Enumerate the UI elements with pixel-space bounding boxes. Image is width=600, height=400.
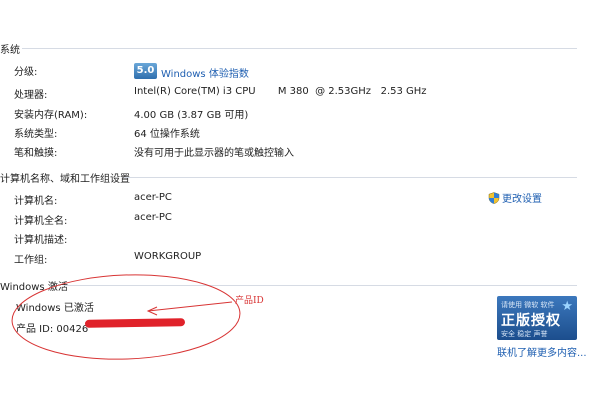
product-id: 产品 ID: 00426 bbox=[16, 324, 89, 335]
annotation-label: 产品ID bbox=[235, 296, 264, 306]
wei-link[interactable]: Windows 体验指数 bbox=[161, 65, 249, 80]
activation-status: Windows 已激活 bbox=[16, 303, 94, 314]
annotation-arrow-line bbox=[147, 301, 233, 312]
computer-name-value: acer-PC bbox=[134, 192, 172, 203]
more-info-link[interactable]: 联机了解更多内容... bbox=[497, 344, 587, 359]
activation-section-header: Windows 激活 bbox=[0, 282, 68, 293]
computer-description-label: 计算机描述: bbox=[14, 235, 68, 246]
activation-divider bbox=[64, 285, 577, 286]
pen-touch-label: 笔和触摸: bbox=[14, 148, 58, 159]
star-icon: ★ bbox=[561, 299, 573, 314]
processor-label: 处理器: bbox=[14, 90, 48, 101]
system-section-header: 系统 bbox=[0, 45, 20, 56]
workgroup-label: 工作组: bbox=[14, 255, 48, 266]
rating-label: 分级: bbox=[14, 67, 38, 78]
computer-name-label: 计算机名: bbox=[14, 196, 58, 207]
annotation-arrowhead bbox=[146, 306, 158, 316]
change-settings-label[interactable]: 更改设置 bbox=[502, 190, 542, 205]
product-id-redaction bbox=[84, 318, 186, 328]
workgroup-value: WORKGROUP bbox=[134, 251, 202, 262]
system-type-label: 系统类型: bbox=[14, 129, 58, 140]
shield-icon bbox=[488, 191, 500, 204]
badge-main-text: 正版授权 bbox=[501, 313, 561, 329]
ram-value: 4.00 GB (3.87 GB 可用) bbox=[134, 110, 249, 121]
processor-value: Intel(R) Core(TM) i3 CPU M 380 @ 2.53GHz… bbox=[134, 86, 427, 97]
computer-divider bbox=[124, 177, 577, 178]
computer-section-header: 计算机名称、域和工作组设置 bbox=[0, 174, 130, 185]
pen-touch-value: 没有可用于此显示器的笔或触控输入 bbox=[134, 148, 294, 159]
full-computer-name-label: 计算机全名: bbox=[14, 216, 68, 227]
full-computer-name-value: acer-PC bbox=[134, 212, 172, 223]
ram-label: 安装内存(RAM): bbox=[14, 110, 88, 121]
badge-bottom-text: 安全 稳定 声誉 bbox=[501, 330, 548, 338]
system-divider bbox=[22, 48, 577, 49]
system-type-value: 64 位操作系统 bbox=[134, 129, 200, 140]
genuine-badge[interactable]: 请使用 微软 软件 正版授权 安全 稳定 声誉 ★ bbox=[497, 296, 577, 340]
wei-score-badge[interactable]: 5.0 bbox=[134, 63, 157, 79]
change-settings-link[interactable]: 更改设置 bbox=[488, 190, 542, 205]
badge-top-text: 请使用 微软 软件 bbox=[501, 301, 555, 309]
